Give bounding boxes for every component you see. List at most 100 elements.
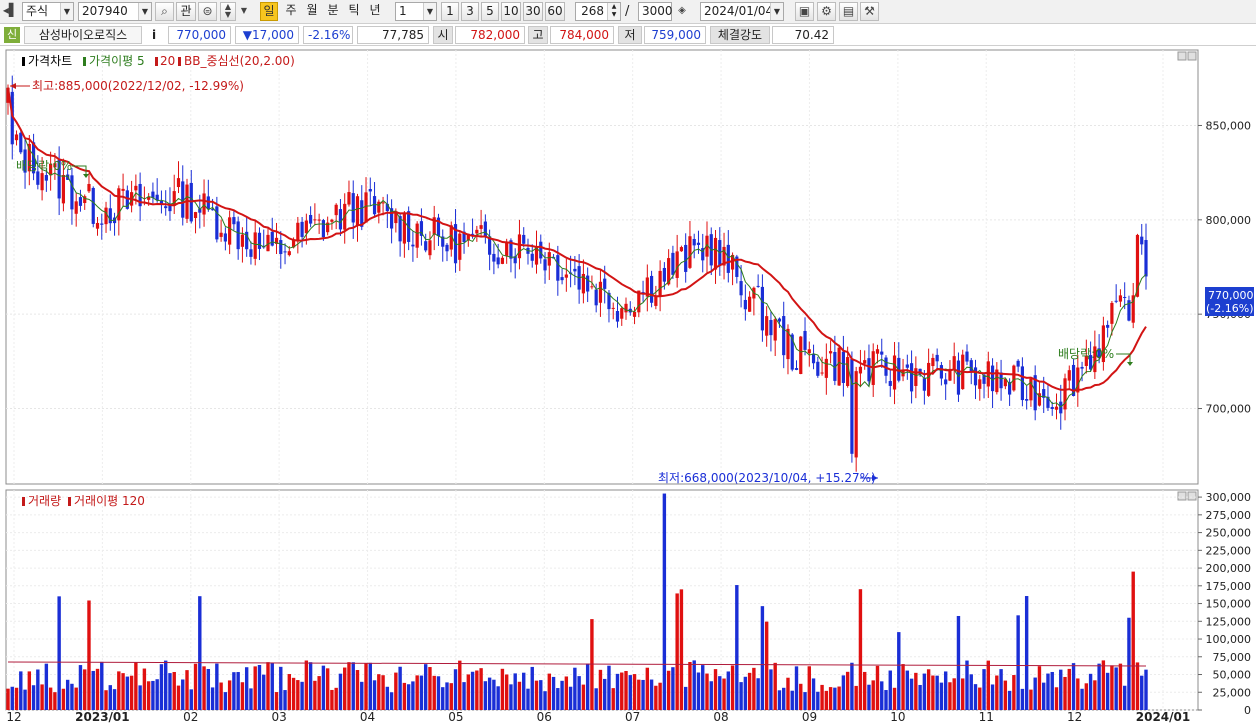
volume-bar bbox=[841, 675, 846, 710]
x-tick-label: 2024/01 bbox=[1136, 710, 1190, 724]
volume-bar bbox=[833, 687, 837, 710]
stock-chart[interactable]: 850,000800,000750,000700,000300,000275,0… bbox=[0, 48, 1256, 724]
volume-bar bbox=[334, 687, 338, 710]
volume-bar bbox=[969, 674, 973, 710]
volume-bar bbox=[449, 683, 453, 710]
tools-icon[interactable]: ⚒ bbox=[860, 2, 879, 21]
volume-bar bbox=[777, 690, 782, 710]
candle-body bbox=[496, 257, 500, 265]
strength-value: 70.42 bbox=[772, 26, 834, 44]
scroll-spinner-icon[interactable]: ◈ bbox=[674, 2, 690, 21]
volume-bar bbox=[185, 670, 189, 710]
price-panel-frame bbox=[5, 49, 1199, 485]
count-input[interactable]: 268 ▲ ▼ bbox=[575, 2, 621, 21]
volume-bar bbox=[683, 686, 688, 710]
volume-tick-label: 75,000 bbox=[1213, 651, 1252, 664]
volume-bar bbox=[164, 660, 168, 710]
volume-bar bbox=[351, 662, 355, 710]
up-down-spinner-icon[interactable]: ▲ ▼ bbox=[220, 2, 236, 21]
period-week-button[interactable]: 주 bbox=[282, 2, 300, 21]
volume-bar bbox=[470, 671, 475, 710]
candle-body bbox=[679, 247, 684, 252]
candle-body bbox=[1063, 378, 1067, 410]
volume-bar bbox=[982, 669, 986, 710]
panel-close-icon[interactable] bbox=[1187, 491, 1197, 501]
volume-bar bbox=[227, 680, 232, 710]
volume-bar bbox=[794, 666, 799, 710]
volume-bar bbox=[1093, 680, 1097, 710]
legend-price-chart: 가격차트 bbox=[28, 54, 72, 68]
panel-toggle-icon[interactable]: ◂▌ bbox=[2, 2, 19, 21]
interval-select[interactable]: 1 ▼ bbox=[395, 2, 437, 21]
period-minute-button[interactable]: 분 bbox=[324, 2, 342, 21]
interval-5-button[interactable]: 5 bbox=[481, 2, 499, 21]
spinner-icon[interactable]: ▲ ▼ bbox=[607, 3, 620, 20]
max-count-input[interactable]: 3000 bbox=[638, 2, 673, 21]
legend-bb: BB_중심선(20,2.00) bbox=[184, 54, 295, 68]
panel-minimize-icon[interactable] bbox=[1177, 491, 1187, 501]
volume-bar bbox=[573, 667, 577, 710]
candle-body bbox=[978, 379, 982, 389]
search-icon[interactable]: ⌕ bbox=[155, 2, 174, 21]
volume-bar bbox=[483, 681, 488, 710]
stock-name[interactable]: 삼성바이오로직스 bbox=[24, 26, 142, 44]
volume-tick-label: 100,000 bbox=[1206, 633, 1252, 646]
volume-bar bbox=[415, 675, 419, 710]
interest-button[interactable]: 관 bbox=[176, 2, 196, 21]
volume-bar bbox=[458, 660, 462, 710]
candle-body bbox=[675, 251, 679, 278]
volume-bar bbox=[764, 621, 769, 710]
candle-body bbox=[530, 253, 534, 261]
candle-body bbox=[850, 358, 854, 454]
volume-bar bbox=[1037, 666, 1042, 710]
period-tick-button[interactable]: 틱 bbox=[345, 2, 363, 21]
interval-60-button[interactable]: 60 bbox=[545, 2, 565, 21]
low-price: 759,000 bbox=[644, 26, 706, 44]
interval-10-button[interactable]: 10 bbox=[501, 2, 521, 21]
volume-bar bbox=[709, 681, 713, 710]
volume-bar bbox=[330, 689, 334, 710]
panel-minimize-icon[interactable] bbox=[1177, 51, 1187, 61]
interval-1-button[interactable]: 1 bbox=[441, 2, 459, 21]
x-tick-label: 10 bbox=[890, 710, 905, 724]
volume-bar bbox=[828, 687, 833, 710]
volume-bar bbox=[462, 682, 466, 710]
candle-body bbox=[87, 183, 91, 192]
save-icon[interactable]: ▤ bbox=[839, 2, 858, 21]
volume-bar bbox=[820, 684, 824, 710]
volume-bar bbox=[850, 662, 854, 710]
stock-code-input[interactable]: 207940 ▼ bbox=[78, 2, 152, 21]
dropdown-arrow-icon[interactable]: ▼ bbox=[238, 2, 250, 21]
candle-body bbox=[1118, 295, 1123, 302]
period-year-button[interactable]: 년 bbox=[366, 2, 384, 21]
volume-bar bbox=[692, 660, 696, 710]
volume-bar bbox=[948, 682, 952, 710]
current-price-tag: 770,000 (-2.16%) bbox=[1205, 287, 1254, 316]
candle-body bbox=[236, 221, 240, 250]
panel-close-icon[interactable] bbox=[1187, 51, 1197, 61]
volume-bar bbox=[296, 680, 300, 710]
volume-bar bbox=[730, 665, 735, 710]
period-day-button[interactable]: 일 bbox=[260, 2, 278, 21]
market-select[interactable]: 주식 ▼ bbox=[22, 2, 74, 21]
period-month-button[interactable]: 월 bbox=[303, 2, 321, 21]
volume-bar bbox=[432, 675, 436, 710]
volume-tick-label: 250,000 bbox=[1206, 527, 1252, 540]
candle-body bbox=[658, 270, 662, 297]
interval-3-button[interactable]: 3 bbox=[461, 2, 479, 21]
volume-bar bbox=[223, 692, 228, 710]
date-input[interactable]: 2024/01/04 ▼ bbox=[700, 2, 784, 21]
volume-bar bbox=[1029, 689, 1033, 710]
interval-30-button[interactable]: 30 bbox=[523, 2, 543, 21]
volume-bar bbox=[615, 673, 620, 710]
credit-badge: 신 bbox=[4, 27, 20, 43]
refresh-icon[interactable]: ⊜ bbox=[198, 2, 217, 21]
gear-icon[interactable]: ⚙ bbox=[817, 2, 836, 21]
candle-body bbox=[939, 365, 944, 379]
volume-bar bbox=[394, 672, 398, 710]
volume-bar bbox=[423, 664, 428, 710]
volume-bar bbox=[632, 674, 637, 710]
info-icon[interactable]: i bbox=[146, 27, 162, 43]
candle-body bbox=[296, 222, 300, 241]
chart-window-icon[interactable]: ▣ bbox=[795, 2, 814, 21]
